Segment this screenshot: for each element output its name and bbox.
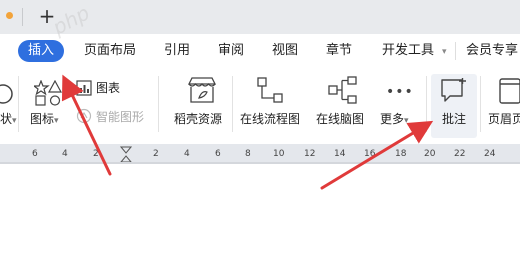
smart-art-button-label: 智能图形: [96, 110, 145, 124]
online-mind-map-button[interactable]: 在线脑图: [316, 112, 364, 126]
horizontal-ruler[interactable]: 6 4 2 2 4 6 8 10 12 14 16 18 20 22 24: [0, 144, 520, 164]
ruler-tick: 22: [454, 149, 466, 159]
menu-insert[interactable]: 插入: [18, 40, 65, 62]
daoke-resources-button[interactable]: 稻壳资源: [174, 112, 222, 126]
menu-chapter[interactable]: 章节: [326, 43, 352, 59]
ribbon-divider: [158, 76, 159, 132]
mind-map-icon[interactable]: [328, 76, 358, 104]
more-label-text: 更多: [380, 112, 405, 126]
online-flowchart-button[interactable]: 在线流程图: [240, 112, 300, 126]
ribbon-divider: [18, 76, 19, 132]
chart-button-label[interactable]: 图表: [96, 81, 120, 95]
icons-button-label[interactable]: 图标▾: [30, 112, 59, 128]
menu-divider: [455, 42, 456, 60]
ruler-tick: 24: [484, 149, 496, 159]
ruler-tick: 6: [32, 149, 38, 159]
menu-view[interactable]: 视图: [272, 43, 298, 59]
comment-button[interactable]: 批注: [442, 112, 466, 126]
icons-label-text: 图标: [30, 112, 55, 126]
more-caret: ▾: [404, 116, 409, 126]
store-icon[interactable]: [186, 76, 218, 104]
ribbon-divider: [426, 76, 427, 132]
shape-button-label[interactable]: 状▾: [0, 112, 17, 128]
menu-review[interactable]: 审阅: [218, 43, 244, 59]
icons-caret: ▾: [54, 116, 59, 126]
more-button[interactable]: 更多▾: [380, 112, 409, 128]
ruler-tick: 16: [364, 149, 376, 159]
tab-status-dot: [6, 12, 13, 19]
smart-art-icon: [76, 108, 92, 124]
menu-developer-tools[interactable]: 开发工具: [382, 43, 434, 59]
ribbon-toolbar: 状▾ 图标▾ 图表 智能图形 稻壳资源 在线流程图 在线脑图 ••• 更多▾ 批…: [0, 68, 520, 144]
tab-divider: [22, 8, 23, 26]
ruler-tick: 6: [215, 149, 221, 159]
shape-caret: ▾: [12, 116, 17, 126]
ribbon-divider: [480, 76, 481, 132]
ruler-tick: 2: [153, 149, 159, 159]
flowchart-icon[interactable]: [256, 76, 284, 104]
ruler-tick: 8: [245, 149, 251, 159]
header-footer-icon[interactable]: [498, 78, 520, 104]
ruler-tick: 4: [62, 149, 68, 159]
menu-bar: 插入 页面布局 引用 审阅 视图 章节 开发工具 ▾ 会员专享: [0, 34, 520, 68]
menu-member-exclusive[interactable]: 会员专享: [466, 43, 518, 59]
ruler-tick: 14: [334, 149, 346, 159]
menu-references[interactable]: 引用: [164, 43, 190, 59]
ruler-tick: 18: [395, 149, 407, 159]
shape-icon[interactable]: [0, 82, 16, 106]
chart-icon[interactable]: [76, 80, 92, 96]
header-footer-button[interactable]: 页眉页: [488, 112, 520, 126]
ruler-tick: 2: [93, 149, 99, 159]
ruler-tick: 12: [304, 149, 316, 159]
ribbon-divider: [232, 76, 233, 132]
ruler-tick: 20: [424, 149, 436, 159]
menu-page-layout[interactable]: 页面布局: [84, 43, 136, 59]
icons-icon[interactable]: [34, 80, 62, 106]
ruler-tick: 10: [273, 149, 285, 159]
document-canvas[interactable]: [0, 164, 520, 264]
more-dots-icon[interactable]: •••: [386, 84, 414, 100]
shape-label-text: 状: [0, 112, 13, 126]
add-comment-icon[interactable]: [440, 78, 468, 104]
ruler-tick: 4: [184, 149, 190, 159]
chevron-down-icon[interactable]: ▾: [442, 47, 447, 57]
